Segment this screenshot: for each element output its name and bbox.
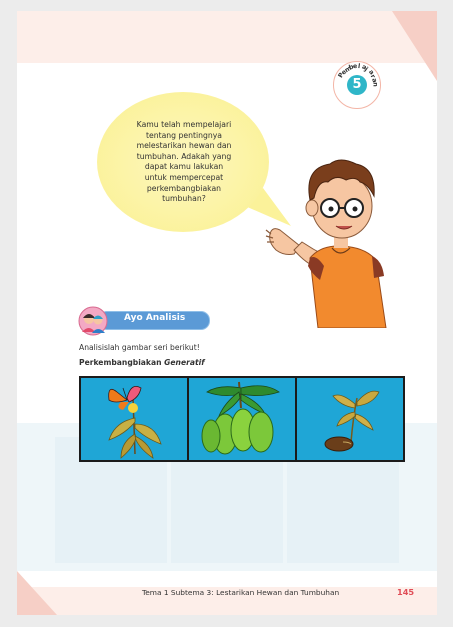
speech-line: untuk mempercepat: [144, 172, 224, 182]
speech-line: perkembangbiakan: [146, 183, 222, 193]
footer-chapter-title: Tema 1 Subtema 3: Lestarikan Hewan dan T…: [142, 588, 340, 597]
corner-decoration: [17, 571, 57, 615]
lesson-number: 5: [347, 75, 367, 95]
instruction-text: Analisislah gambar seri berikut!: [79, 343, 200, 352]
page-number: 145: [397, 587, 415, 597]
speech-line: tumbuhan. Adakah yang: [136, 151, 232, 161]
badge-letter: n: [371, 82, 379, 87]
picture-series: [79, 376, 405, 462]
speech-text: Kamu telah mempelajari tentang pentingny…: [125, 120, 243, 205]
mango-fruit-panel: [189, 378, 295, 460]
lesson-badge: Pembelajaran 5: [333, 61, 381, 109]
top-decorative-band: [17, 11, 437, 63]
seed-sprout-panel: [297, 378, 403, 460]
boy-character-illustration: [260, 138, 395, 329]
corner-decoration: [392, 11, 437, 81]
activity-label: Ayo Analisis: [78, 306, 210, 336]
subheading-text: Perkembangbiakan: [79, 358, 165, 367]
activity-title: Ayo Analisis: [124, 313, 186, 323]
speech-bubble: Kamu telah mempelajari tentang pentingny…: [95, 90, 291, 233]
speech-line: tentang pentingnya: [145, 130, 223, 140]
section-subheading: Perkembangbiakan Generatif: [79, 358, 205, 367]
butterfly-flower-panel: [81, 378, 187, 460]
subheading-italic: Generatif: [164, 358, 205, 367]
speech-line: dapat kamu lakukan: [144, 162, 224, 172]
badge-letter: l: [357, 63, 361, 71]
speech-line: melestarikan hewan dan: [136, 141, 232, 151]
speech-line: tumbuhan?: [162, 194, 206, 204]
speech-line: Kamu telah mempelajari: [136, 120, 232, 129]
students-icon: [78, 306, 108, 336]
